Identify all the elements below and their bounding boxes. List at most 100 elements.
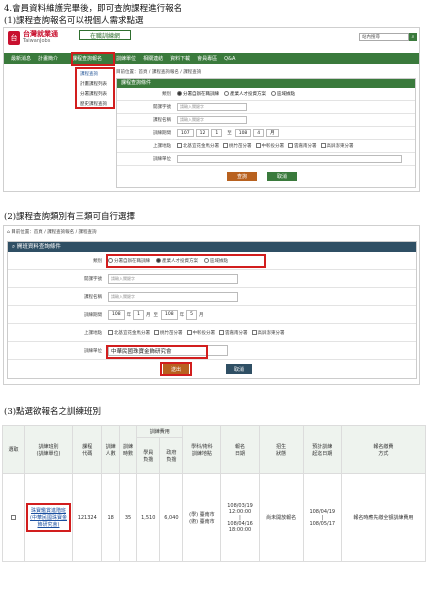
course-status: 尚未開放報名 [258, 473, 304, 562]
main-nav: 最新消息 計畫簡介 課程查詢報名 訓練單位 相關連結 資料下載 會員專區 Q&A [4, 53, 419, 64]
nav-plan[interactable]: 計畫簡介 [38, 55, 58, 62]
col-period: 預計訓練 起迄日期 [302, 425, 342, 474]
logo-title: 台灣就業通 [23, 30, 58, 38]
label-name-2: 課程名稱 [84, 294, 102, 300]
col-course: 訓練班別 (訓練單位) [24, 425, 73, 474]
label-location: 上課地點 [153, 144, 171, 149]
nav-training-units[interactable]: 訓練單位 [116, 55, 136, 62]
cancel-button-2[interactable]: 取消 [226, 364, 252, 374]
search-icon: ⌕ [12, 244, 16, 250]
option-regional: 區域據點 [277, 92, 295, 97]
highlight-nav-course [71, 52, 115, 66]
end-day[interactable]: 月 [266, 129, 279, 137]
loc-check-2[interactable] [223, 143, 228, 148]
code-input-2[interactable]: 請輸入關鍵字 [108, 273, 238, 284]
panel-title: 課程查詢條件 [117, 79, 415, 88]
radio-regional[interactable] [271, 91, 276, 96]
col-signup: 報名 日期 [220, 425, 260, 474]
course-link[interactable]: 珠寶鑑賞進階班 (中華民國珠寶金飾研究會) [24, 473, 73, 562]
nav-member[interactable]: 會員專區 [197, 55, 217, 62]
loc2-check-5[interactable] [251, 329, 257, 335]
course-signup-date: 108/03/19 12:00:00 | 108/04/16 18:00:00 [220, 473, 260, 562]
loc2-check-2[interactable] [154, 329, 159, 335]
code-input[interactable]: 請輸入關鍵字 [177, 103, 247, 111]
radio-industry[interactable] [224, 91, 229, 96]
col-select: 選取 [2, 425, 25, 474]
screenshot-category-select: ⌂ 目前位置：首頁 / 課程查詢報名 / 課程查詢 ⌕ 開班資料查詢條件 類別 … [3, 225, 420, 385]
unit-input[interactable] [177, 155, 402, 163]
logo[interactable]: 台 台灣就業通 TaiwanJobs [8, 31, 58, 45]
start-month[interactable]: 12 [195, 129, 210, 137]
course-hours: 35 [118, 473, 138, 562]
loc2-check-1[interactable] [108, 329, 113, 335]
label-category-2: 類別 [93, 258, 102, 264]
row-code-2: 開課字號 請輸入關鍵字 [8, 270, 416, 288]
heading-step4: 4.會員資料維護完畢後，即可查詢課程進行報名 [4, 4, 183, 14]
col-payment: 報名繳費 方式 [340, 425, 427, 474]
start-day[interactable]: 1 [211, 129, 223, 137]
nav-links[interactable]: 相關連結 [143, 55, 163, 62]
search-icon[interactable]: ⌕ [409, 33, 417, 41]
breadcrumb-2: ⌂ 目前位置：首頁 / 課程查詢報名 / 課程查詢 [7, 230, 97, 235]
logo-icon: 台 [8, 31, 20, 45]
heading-part2: (2)課程查詢類別有三類可自行選擇 [4, 212, 136, 222]
loc2-check-3[interactable] [186, 329, 192, 335]
loc-check-3[interactable] [255, 143, 261, 148]
col-location: 學科/術科 訓練地點 [182, 425, 222, 474]
nav-qa[interactable]: Q&A [224, 56, 235, 62]
start-month-2[interactable]: 1 [133, 309, 144, 320]
course-people: 18 [101, 473, 120, 562]
row-unit: 訓練單位 [117, 153, 415, 166]
course-code: 121324 [71, 473, 103, 562]
results-table: 選取 訓練班別 (訓練單位) 課程 代碼 訓練 人數 訓練 時數 訓練費用 學科… [2, 425, 427, 562]
highlight-submit [160, 362, 192, 376]
name-input-2[interactable]: 請輸入關鍵字 [108, 291, 238, 302]
end-month[interactable]: 4 [253, 129, 265, 137]
name-input[interactable]: 請輸入關鍵字 [177, 116, 247, 124]
end-year[interactable]: 108 [234, 129, 252, 137]
search-input[interactable]: 站內搜尋 [359, 33, 409, 41]
panel-title-2: ⌕ 開班資料查詢條件 [8, 242, 416, 252]
col-gov-fee: 政府 負擔 [159, 437, 184, 474]
logo-subtitle: TaiwanJobs [23, 38, 51, 44]
course-period: 108/04/19 | 108/05/17 [302, 473, 342, 562]
radio-branch[interactable] [177, 91, 182, 96]
row-code: 開課字號 請輸入關鍵字 [117, 101, 415, 114]
query-panel-2: ⌕ 開班資料查詢條件 類別 分署自辦在職訓練 產業人才投資方案 區域據點 開課字… [7, 241, 417, 379]
heading-part3: (3)點選欲報名之訓練班別 [4, 407, 102, 417]
site-header: 台 台灣就業通 TaiwanJobs 在職訓練網 站內搜尋 ⌕ [4, 28, 419, 52]
site-badge: 在職訓練網 [79, 30, 131, 40]
row-location-2: 上課地點 北基宜花金馬分署 桃竹苗分署 中彰投分署 雲嘉南分署 高屏澎東分署 [8, 324, 416, 342]
label-period: 訓練期間 [153, 131, 171, 136]
loc-check-4[interactable] [288, 143, 293, 148]
row-category: 類別 分署自辦在職訓練 產業人才投資方案 區域據點 [117, 88, 415, 101]
start-year-2[interactable]: 108 [108, 309, 125, 320]
col-hours: 訓練 時數 [118, 425, 138, 474]
end-month-2[interactable]: 5 [186, 309, 197, 320]
col-status: 招生 狀態 [258, 425, 304, 474]
table-row: 珠寶鑑賞進階班 (中華民國珠寶金飾研究會) 121324 18 35 1,510… [2, 473, 427, 562]
start-year[interactable]: 107 [177, 129, 194, 137]
option-branch: 分署自辦在職訓練 [183, 92, 219, 97]
nav-news[interactable]: 最新消息 [11, 55, 31, 62]
end-year-2[interactable]: 108 [160, 309, 178, 320]
query-button[interactable]: 查詢 [227, 172, 257, 181]
row-select-checkbox[interactable] [2, 473, 25, 562]
loc-check-5[interactable] [320, 143, 326, 148]
label-unit: 訓練單位 [153, 157, 171, 162]
row-location: 上課地點 北基宜花金馬分署 桃竹苗分署 中彰投分署 雲嘉南分署 高屏澎東分署 [117, 140, 415, 153]
nav-downloads[interactable]: 資料下載 [170, 55, 190, 62]
breadcrumb: 目前位置：首頁 / 課程查詢報名 / 課程查詢 [116, 70, 202, 75]
heading-part1: (1)課程查詢報名可以視個人需求點選 [4, 16, 144, 26]
highlight-dropdown [75, 67, 115, 109]
label-category: 類別 [162, 92, 171, 97]
loc2-check-4[interactable] [219, 329, 224, 335]
query-panel: 課程查詢條件 類別 分署自辦在職訓練 產業人才投資方案 區域據點 開課字號 請輸… [116, 78, 416, 188]
row-period: 訓練期間 107 12 1 至 108 4 月 [117, 127, 415, 140]
loc-check-1[interactable] [177, 143, 182, 148]
cancel-button[interactable]: 取消 [267, 172, 297, 181]
label-code: 開課字號 [153, 105, 171, 110]
col-people: 訓練 人數 [101, 425, 120, 474]
screenshot-course-query: 台 台灣就業通 TaiwanJobs 在職訓練網 站內搜尋 ⌕ 最新消息 計畫簡… [3, 27, 420, 192]
option-industry: 產業人才投資方案 [230, 92, 266, 97]
